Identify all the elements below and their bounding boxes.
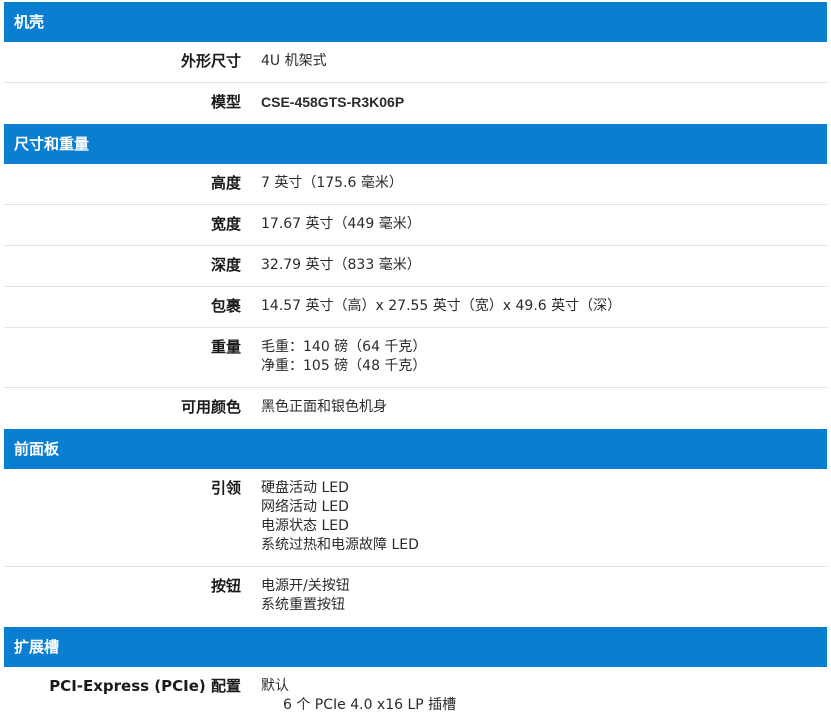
row-value: 14.57 英寸（高）x 27.55 英寸（宽）x 49.6 英寸（深） [241, 287, 621, 327]
row-label: 模型 [210, 93, 241, 111]
value-line: 系统过热和电源故障 LED [261, 537, 419, 553]
row-label: 外形尺寸 [180, 52, 241, 70]
row-label: 重量 [210, 338, 241, 356]
section-header-front-panel: 前面板 [4, 429, 827, 469]
spec-row-buttons: 按钮 电源开/关按钮 系统重置按钮 [4, 567, 827, 627]
row-label: 宽度 [210, 215, 241, 233]
spec-row-pcie-config: PCI-Express (PCIe) 配置 默认 6 个 PCIe 4.0 x1… [4, 667, 827, 727]
value-line: 6 个 PCIe 4.0 x16 LP 插槽 [283, 697, 457, 713]
spec-row-leds: 引领 硬盘活动 LED 网络活动 LED 电源状态 LED 系统过热和电源故障 … [4, 469, 827, 567]
section-header-chassis: 机壳 [4, 2, 827, 42]
row-label: 包裹 [210, 297, 241, 315]
value-line: 硬盘活动 LED [261, 480, 349, 496]
value-line: 系统重置按钮 [261, 597, 345, 613]
spec-row-form-factor: 外形尺寸 4U 机架式 [4, 42, 827, 83]
spec-table: 机壳 外形尺寸 4U 机架式 模型 CSE-458GTS-R3K06P 尺寸和重… [4, 2, 827, 727]
spec-row-package: 包裹 14.57 英寸（高）x 27.55 英寸（宽）x 49.6 英寸（深） [4, 287, 827, 328]
row-value: 电源开/关按钮 系统重置按钮 [241, 567, 350, 627]
row-value: 4U 机架式 [241, 42, 327, 82]
value-line: 7 英寸（175.6 毫米） [261, 175, 403, 191]
spec-row-height: 高度 7 英寸（175.6 毫米） [4, 164, 827, 205]
value-line: 毛重：140 磅（64 千克） [261, 339, 427, 355]
value-line: 黑色正面和银色机身 [261, 399, 387, 415]
row-label: 按钮 [210, 577, 241, 595]
row-label: 深度 [210, 256, 241, 274]
row-value: 32.79 英寸（833 毫米） [241, 246, 421, 286]
value-line: 网络活动 LED [261, 499, 349, 515]
row-value: 硬盘活动 LED 网络活动 LED 电源状态 LED 系统过热和电源故障 LED [241, 469, 419, 566]
row-value: 默认 6 个 PCIe 4.0 x16 LP 插槽 [241, 667, 456, 727]
section-header-expansion-slots: 扩展槽 [4, 627, 827, 667]
section-header-dimensions-weight: 尺寸和重量 [4, 124, 827, 164]
value-line: 4U 机架式 [261, 53, 327, 69]
row-label: 引领 [210, 479, 241, 497]
row-value: 黑色正面和银色机身 [241, 388, 387, 429]
row-label: 可用颜色 [180, 398, 241, 416]
spec-row-weight: 重量 毛重：140 磅（64 千克） 净重：105 磅（48 千克） [4, 328, 827, 388]
spec-row-colors: 可用颜色 黑色正面和银色机身 [4, 388, 827, 429]
spec-row-width: 宽度 17.67 英寸（449 毫米） [4, 205, 827, 246]
row-value: CSE-458GTS-R3K06P [241, 83, 404, 124]
row-label: 高度 [210, 174, 241, 192]
row-value: 7 英寸（175.6 毫米） [241, 164, 403, 204]
row-label: PCI-Express (PCIe) 配置 [49, 677, 241, 695]
value-line: 电源开/关按钮 [261, 578, 350, 594]
value-line: 32.79 英寸（833 毫米） [261, 257, 421, 273]
model-number: CSE-458GTS-R3K06P [261, 94, 405, 110]
spec-row-model: 模型 CSE-458GTS-R3K06P [4, 83, 827, 124]
value-line: 电源状态 LED [261, 518, 349, 534]
value-line: 14.57 英寸（高）x 27.55 英寸（宽）x 49.6 英寸（深） [261, 298, 622, 314]
row-value: 毛重：140 磅（64 千克） 净重：105 磅（48 千克） [241, 328, 426, 387]
value-line: 净重：105 磅（48 千克） [261, 358, 427, 374]
value-line: 默认 [261, 678, 289, 694]
row-value: 17.67 英寸（449 毫米） [241, 205, 421, 245]
value-line: 17.67 英寸（449 毫米） [261, 216, 421, 232]
spec-row-depth: 深度 32.79 英寸（833 毫米） [4, 246, 827, 287]
